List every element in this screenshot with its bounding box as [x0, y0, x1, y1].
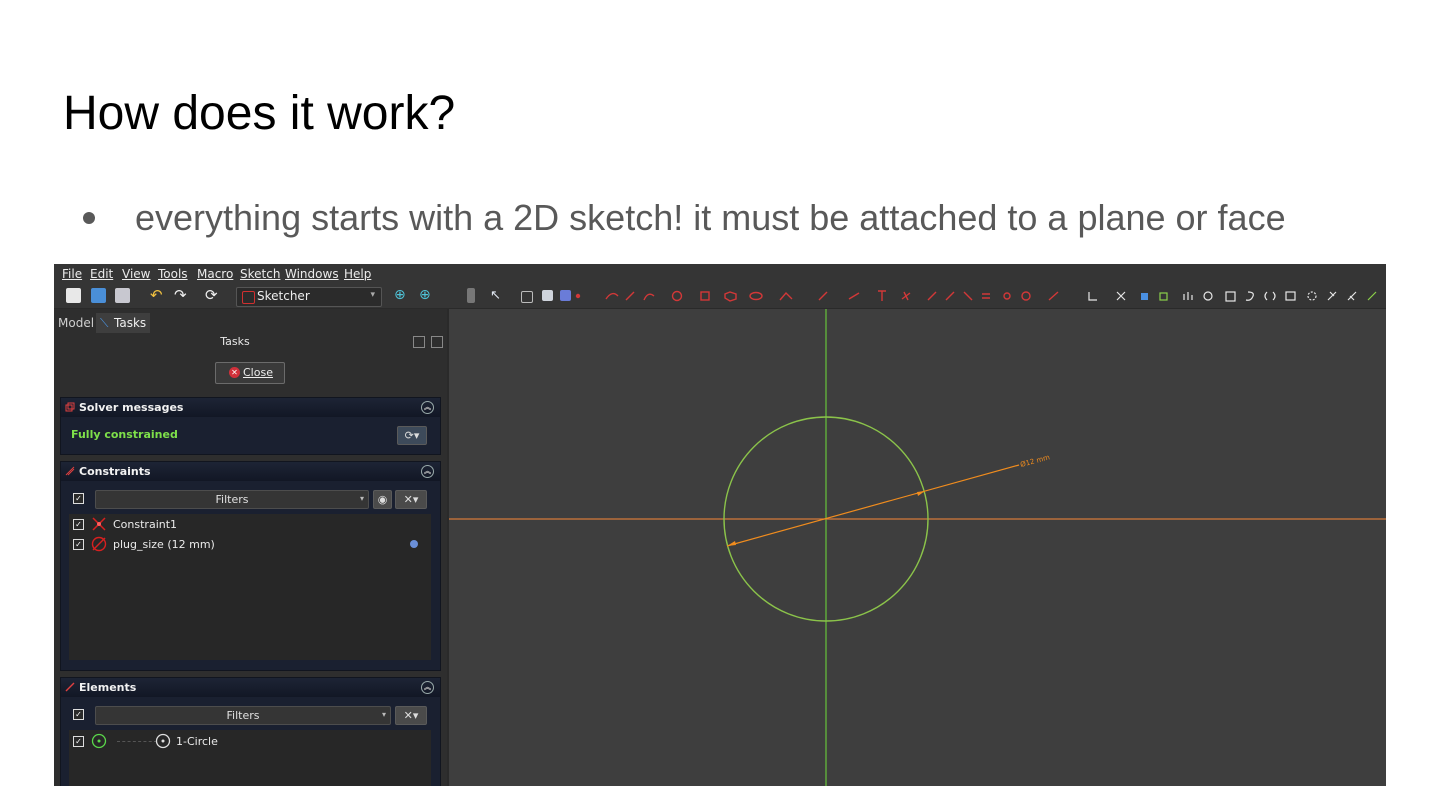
sketcher-icon [242, 291, 255, 304]
solver-status: Fully constrained [71, 428, 178, 441]
slide-title: How does it work? [63, 87, 456, 140]
diameter-icon [91, 536, 107, 552]
close-icon: ✕ [229, 367, 240, 378]
elements-settings-button[interactable]: ✕▾ [395, 706, 427, 725]
undo-icon[interactable]: ↶ [150, 288, 165, 303]
view-sketch-icon[interactable] [542, 290, 553, 301]
menu-windows[interactable]: Windows [285, 267, 339, 281]
elements-list: ✓ 1-Circle [69, 730, 431, 786]
element-edge-placeholder [117, 741, 157, 742]
solver-refresh-button[interactable]: ⟳▾ [397, 426, 427, 445]
solver-messages-header[interactable]: Solver messages ︽ [61, 398, 440, 417]
3d-viewport[interactable]: Ø12 mm [449, 309, 1386, 786]
tasks-panel-title: Tasks [220, 335, 250, 348]
elements-title: Elements [79, 681, 137, 694]
close-button-label: Close [243, 366, 273, 379]
dimension-label: Ø12 mm [1019, 453, 1050, 469]
sketch-canvas[interactable]: Ø12 mm [449, 309, 1386, 786]
dimension-arrow-end [917, 491, 925, 496]
menu-file[interactable]: File [62, 267, 82, 281]
workbench-label: Sketcher [257, 289, 310, 303]
close-button[interactable]: ✕ Close [215, 362, 285, 384]
bullet-text: everything starts with a 2D sketch! it m… [135, 197, 1286, 238]
menu-help[interactable]: Help [344, 267, 371, 281]
constraints-box: Constraints ︽ ✓ Filters ▾ ◉ ✕▾ ✓ Constra… [60, 461, 441, 671]
solver-messages-box: Solver messages ︽ Fully constrained ⟳▾ [60, 397, 441, 455]
element-checkbox[interactable]: ✓ [73, 736, 84, 747]
open-file-icon[interactable] [91, 288, 106, 303]
elements-select-all-checkbox[interactable]: ✓ [73, 709, 84, 720]
freecad-window: File Edit View Tools Macro Sketch Window… [54, 264, 1386, 786]
dock-close-icon[interactable] [431, 336, 443, 348]
attach-icon[interactable] [521, 291, 533, 303]
solver-icon [65, 402, 75, 412]
zoom-icon[interactable]: ⊕ [394, 288, 409, 303]
constraints-settings-button[interactable]: ✕▾ [395, 490, 427, 509]
visibility-eye-icon[interactable]: ◉ [373, 490, 392, 509]
expression-icon [410, 540, 418, 548]
workbench-selector[interactable]: Sketcher ▾ [236, 287, 382, 307]
tab-model[interactable]: Model [54, 313, 98, 333]
dock-float-icon[interactable] [413, 336, 425, 348]
chevron-down-icon: ▾ [381, 710, 386, 719]
collapse-icon[interactable]: ︽ [421, 681, 434, 694]
diameter-dimension-line [726, 464, 1020, 547]
zoom-select-icon[interactable]: ⊕ [419, 288, 434, 303]
solver-messages-title: Solver messages [79, 401, 184, 414]
constraints-select-all-checkbox[interactable]: ✓ [73, 493, 84, 504]
circle-icon [91, 733, 107, 749]
constraints-filters-select[interactable]: Filters ▾ [95, 490, 369, 509]
menu-bar: File Edit View Tools Macro Sketch Window… [54, 264, 1386, 284]
elements-icon [65, 682, 75, 692]
chevron-down-icon: ▾ [370, 290, 375, 300]
filters-label: Filters [215, 493, 249, 506]
elements-filters-select[interactable]: Filters ▾ [95, 706, 391, 725]
collapse-icon[interactable]: ︽ [421, 401, 434, 414]
elements-box: Elements ︽ ✓ Filters ▾ ✕▾ ✓ 1-Circle [60, 677, 441, 786]
main-toolbar: ↶ ↷ ⟳ Sketcher ▾ ⊕ ⊕ ↖ [54, 284, 1386, 309]
filters-label: Filters [226, 709, 260, 722]
dimension-arrow-start [727, 541, 736, 546]
save-icon[interactable] [115, 288, 130, 303]
toolbar-extension-icon[interactable] [467, 288, 475, 303]
elements-header[interactable]: Elements ︽ [61, 678, 440, 697]
combo-view-panel: Model ⟍ Tasks Tasks ✕ Close Solver messa… [54, 309, 447, 786]
menu-sketch[interactable]: Sketch [240, 267, 280, 281]
constraints-list: ✓ Constraint1 ✓ plug_size (12 mm) [69, 514, 431, 660]
constraints-icon [65, 466, 75, 476]
constraint-checkbox[interactable]: ✓ [73, 539, 84, 550]
new-file-icon[interactable] [66, 288, 81, 303]
collapse-icon[interactable]: ︽ [421, 465, 434, 478]
view-section-icon[interactable] [560, 290, 571, 301]
menu-view[interactable]: View [122, 267, 150, 281]
chevron-down-icon: ▾ [359, 494, 364, 503]
constraint-label[interactable]: plug_size (12 mm) [113, 538, 215, 551]
element-label[interactable]: 1-Circle [176, 735, 218, 748]
tab-tasks-label: Tasks [114, 316, 147, 330]
menu-tools[interactable]: Tools [158, 267, 188, 281]
refresh-icon[interactable]: ⟳ [205, 288, 220, 303]
constraints-title: Constraints [79, 465, 151, 478]
tasks-tab-icon: ⟍ [100, 316, 109, 330]
circle-icon [155, 733, 171, 749]
constraint-checkbox[interactable]: ✓ [73, 519, 84, 530]
coincident-icon [92, 517, 106, 531]
redo-icon[interactable]: ↷ [174, 288, 189, 303]
bullet-dot [83, 212, 95, 224]
tab-tasks[interactable]: ⟍ Tasks [96, 313, 151, 333]
menu-edit[interactable]: Edit [90, 267, 113, 281]
whats-this-icon[interactable]: ↖ [490, 288, 505, 303]
sketcher-tools-strip[interactable] [574, 290, 1380, 302]
menu-macro[interactable]: Macro [197, 267, 233, 281]
constraints-header[interactable]: Constraints ︽ [61, 462, 440, 481]
constraint-label[interactable]: Constraint1 [113, 518, 177, 531]
